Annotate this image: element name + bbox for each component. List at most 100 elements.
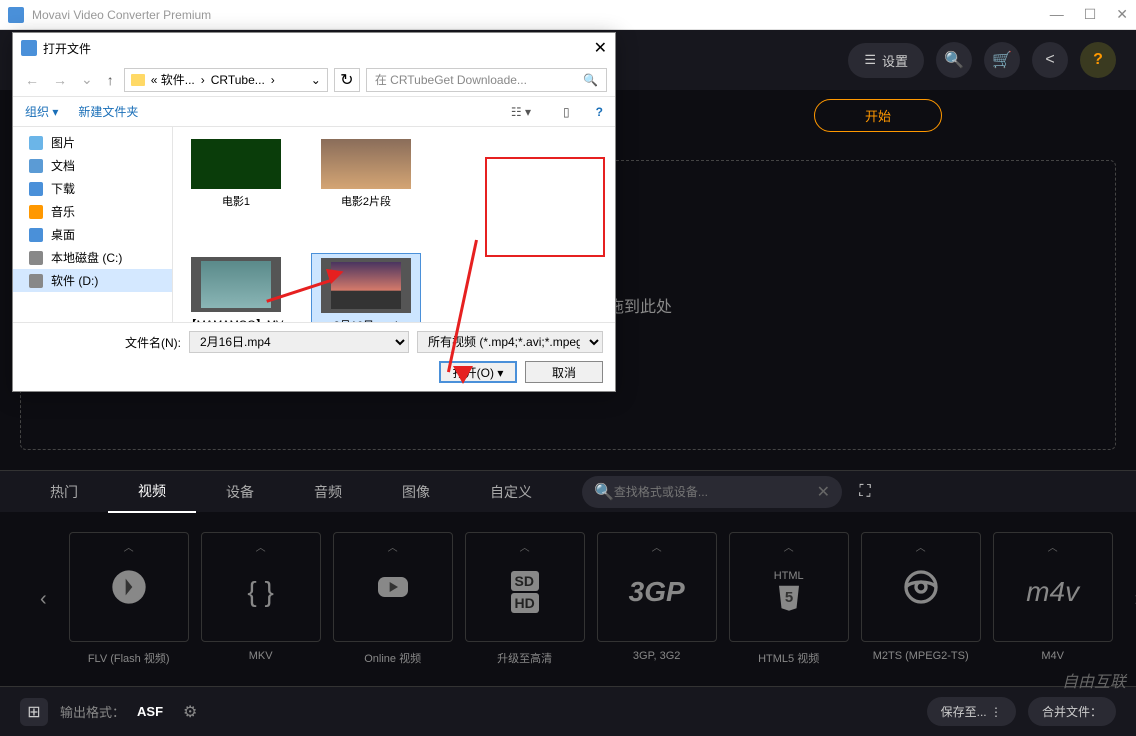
dialog-help-button[interactable]: ? [596, 105, 603, 119]
clear-icon[interactable]: ✕ [817, 482, 830, 502]
format-search-input[interactable] [614, 485, 817, 499]
annotation-arrow-head [453, 366, 473, 384]
output-format-label: 输出格式： [60, 702, 125, 721]
minimize-button[interactable]: ― [1050, 6, 1064, 23]
chevron-up-icon: ︿ [520, 539, 530, 554]
history-button[interactable]: ⌄ [77, 67, 97, 92]
chevron-up-icon: ︿ [388, 539, 398, 554]
format-m4v[interactable]: ︿ m4v [993, 532, 1113, 642]
sidebar-desktop[interactable]: 桌面 [13, 223, 172, 246]
format-label: MKV [201, 650, 321, 662]
dialog-titlebar: 打开文件 ✕ [13, 33, 615, 63]
file-item-video-selected[interactable]: 2月16日.mp4 [311, 253, 421, 322]
preview-pane-button[interactable]: ▯ [557, 103, 576, 121]
up-button[interactable]: ↑ [103, 68, 118, 92]
filename-input[interactable]: 2月16日.mp4 [189, 331, 409, 353]
search-icon: 🔍 [583, 73, 598, 87]
sidebar-downloads[interactable]: 下载 [13, 177, 172, 200]
file-list[interactable]: 电影1 电影2片段 【MAMAMOO】MV- Wind Flower.mp4 2… [173, 127, 615, 322]
settings-label: 设置 [882, 51, 908, 70]
chevron-up-icon: ︿ [1048, 539, 1058, 554]
back-button[interactable]: ← [21, 68, 43, 92]
format-mkv[interactable]: ︿ { } [201, 532, 321, 642]
new-folder-button[interactable]: 新建文件夹 [78, 103, 138, 120]
flash-icon [109, 567, 149, 607]
share-button[interactable]: < [1032, 42, 1068, 78]
bluray-icon [901, 567, 941, 607]
view-mode-button[interactable]: ☷ ▾ [505, 103, 537, 121]
formats-prev[interactable]: ‹ [30, 588, 57, 611]
format-html5[interactable]: ︿HTML5 [729, 532, 849, 642]
file-type-filter[interactable]: 所有视频 (*.mp4;*.avi;*.mpeg; [417, 331, 603, 353]
m4v-icon: m4v [1026, 576, 1079, 608]
pictures-icon [29, 136, 43, 150]
path-breadcrumb[interactable]: « 软件... › CRTube... › ⌄ [124, 68, 328, 92]
format-tabs: 热门 视频 设备 音频 图像 自定义 🔍 ✕ ⛶ [0, 470, 1136, 512]
start-button[interactable]: 开始 [814, 99, 942, 132]
documents-icon [29, 159, 43, 173]
format-online[interactable]: ︿ [333, 532, 453, 642]
video-thumb-preview [493, 165, 597, 249]
organize-menu[interactable]: 组织 ▾ [25, 103, 58, 120]
chevron-up-icon: ︿ [652, 539, 662, 554]
format-label: Online 视频 [333, 650, 453, 666]
tab-audio[interactable]: 音频 [284, 472, 372, 512]
path-segment[interactable]: CRTube... [211, 73, 265, 87]
chevron-up-icon: ︿ [256, 539, 266, 554]
3gp-icon: 3GP [629, 576, 685, 608]
sidebar-documents[interactable]: 文档 [13, 154, 172, 177]
path-segment[interactable]: « 软件... [151, 71, 195, 88]
close-button[interactable]: ✕ [1116, 6, 1128, 23]
refresh-button[interactable]: ↻ [334, 68, 360, 92]
forward-button[interactable]: → [49, 68, 71, 92]
path-dropdown[interactable]: ⌄ [311, 73, 321, 87]
format-label: M4V [993, 650, 1113, 662]
bottom-bar: ⊞ 输出格式： ASF ⚙ 保存至... ⋮ 合并文件： [0, 686, 1136, 736]
search-header-button[interactable]: 🔍 [936, 42, 972, 78]
format-3gp[interactable]: ︿ 3GP [597, 532, 717, 642]
sidebar-disk-c[interactable]: 本地磁盘 (C:) [13, 246, 172, 269]
windows-icon[interactable]: ⊞ [20, 698, 48, 726]
help-button[interactable]: ? [1080, 42, 1116, 78]
format-label: M2TS (MPEG2-TS) [861, 650, 981, 662]
tab-hot[interactable]: 热门 [20, 472, 108, 512]
format-search[interactable]: 🔍 ✕ [582, 476, 842, 508]
tab-image[interactable]: 图像 [372, 472, 460, 512]
format-hd[interactable]: ︿SDHD [465, 532, 585, 642]
sliders-icon: ☰ [864, 52, 876, 68]
dialog-footer: 文件名(N): 2月16日.mp4 所有视频 (*.mp4;*.avi;*.mp… [13, 322, 615, 391]
dialog-search[interactable]: 在 CRTubeGet Downloade... 🔍 [366, 68, 607, 92]
format-m2ts[interactable]: ︿ [861, 532, 981, 642]
chevron-icon: › [271, 73, 275, 87]
cancel-button[interactable]: 取消 [525, 361, 603, 383]
sidebar-pictures[interactable]: 图片 [13, 131, 172, 154]
sidebar-disk-d[interactable]: 软件 (D:) [13, 269, 172, 292]
formats-next[interactable]: › [1125, 588, 1136, 611]
disk-icon [29, 274, 43, 288]
app-icon [8, 7, 24, 23]
file-item-video[interactable]: 【MAMAMOO】MV- Wind Flower.mp4 [181, 253, 291, 322]
folder-thumb [191, 139, 281, 189]
search-icon: 🔍 [594, 482, 614, 502]
format-flv[interactable]: ︿ [69, 532, 189, 642]
format-label: 3GP, 3G2 [597, 650, 717, 662]
chevron-up-icon: ︿ [916, 539, 926, 554]
file-item-folder[interactable]: 电影1 [181, 135, 291, 213]
dialog-close-button[interactable]: ✕ [594, 38, 607, 58]
chevron-up-icon: ︿ [784, 539, 794, 554]
tab-custom[interactable]: 自定义 [460, 472, 562, 512]
tab-device[interactable]: 设备 [196, 472, 284, 512]
settings-button[interactable]: ☰ 设置 [848, 43, 924, 78]
cart-button[interactable]: 🛒 [984, 42, 1020, 78]
sidebar-music[interactable]: 音乐 [13, 200, 172, 223]
output-settings-button[interactable]: ⚙ [183, 702, 197, 722]
file-item-folder[interactable]: 电影2片段 [311, 135, 421, 213]
dialog-sidebar: 图片 文档 下载 音乐 桌面 本地磁盘 (C:) 软件 (D:) [13, 127, 173, 322]
expand-button[interactable]: ⛶ [850, 477, 880, 507]
chevron-icon: › [201, 73, 205, 87]
tab-video[interactable]: 视频 [108, 471, 196, 513]
mkv-icon: { } [247, 576, 273, 608]
maximize-button[interactable]: ☐ [1084, 6, 1097, 23]
desktop-icon [29, 228, 43, 242]
dialog-title: 打开文件 [43, 40, 91, 57]
